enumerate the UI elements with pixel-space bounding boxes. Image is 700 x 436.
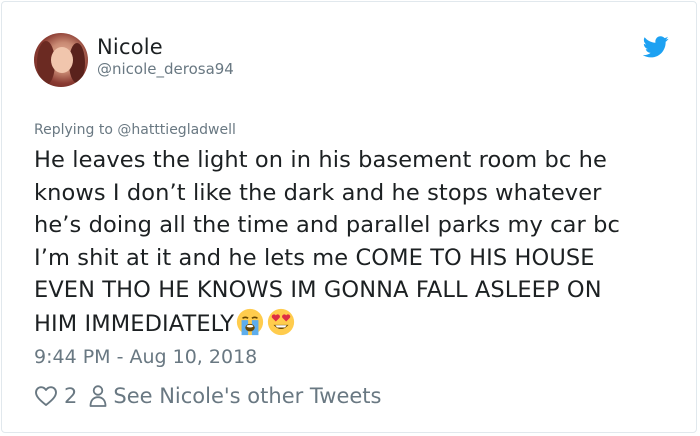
- author-display-name[interactable]: Nicole: [97, 35, 163, 59]
- twitter-bird-icon[interactable]: [643, 36, 669, 58]
- heart-icon[interactable]: [34, 385, 58, 407]
- tweet-text: He leaves the light on in his basement r…: [34, 144, 674, 340]
- loudly-crying-face-icon: [237, 308, 264, 335]
- like-count[interactable]: 2: [64, 384, 77, 408]
- tweet-card: Nicole @nicole_derosa94 Replying to @hat…: [1, 1, 697, 433]
- tweet-text-last-line: HIM IMMEDIATELY: [34, 307, 674, 341]
- tweet-timestamp[interactable]: 9:44 PM - Aug 10, 2018: [34, 346, 257, 368]
- heart-eyes-face-icon: [268, 308, 295, 335]
- person-icon: [89, 385, 107, 407]
- author-handle[interactable]: @nicole_derosa94: [97, 60, 234, 78]
- tweet-text-line: He leaves the light on in his basement r…: [34, 147, 607, 173]
- tweet-text-line: EVEN THO HE KNOWS IM GONNA FALL ASLEEP O…: [34, 277, 602, 303]
- tweet-text-line: HIM IMMEDIATELY: [34, 310, 235, 337]
- tweet-actions: 2 See Nicole's other Tweets: [34, 381, 381, 411]
- avatar-face: [51, 47, 73, 73]
- tweet-text-line: I’m shit at it and he lets me COME TO HI…: [34, 244, 595, 271]
- see-other-tweets-link[interactable]: See Nicole's other Tweets: [113, 384, 381, 408]
- avatar[interactable]: [34, 33, 88, 87]
- tweet-text-line: knows I don’t like the dark and he stops…: [34, 179, 602, 206]
- tweet-text-line: he’s doing all the time and parallel par…: [34, 212, 620, 238]
- replying-to-line[interactable]: Replying to @hatttiegladwell: [34, 122, 236, 138]
